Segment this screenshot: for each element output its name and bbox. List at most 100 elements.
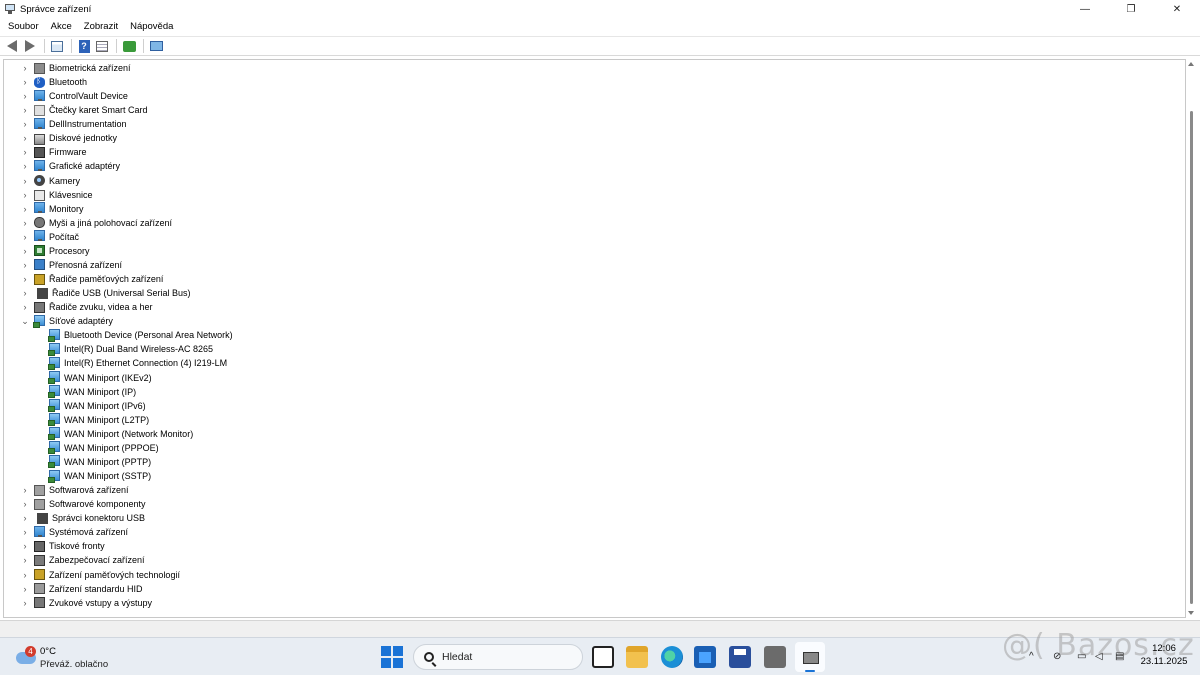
tree-category[interactable]: › ControlVault Device [20,89,128,103]
display-device-button[interactable] [148,38,164,54]
tree-category[interactable]: › Grafické adaptéry [20,159,120,173]
tree-device[interactable]: WAN Miniport (L2TP) [48,413,149,427]
tree-category[interactable]: › Řadiče paměťových zařízení [20,272,163,286]
tree-device[interactable]: WAN Miniport (PPTP) [48,455,151,469]
tree-device[interactable]: WAN Miniport (IP) [48,385,136,399]
device-manager-taskbar-icon[interactable] [795,642,825,672]
floppy-disk-app-icon[interactable] [729,646,751,668]
tree-category[interactable]: › Systémová zařízení [20,525,128,539]
tree-category[interactable]: › Řadiče USB (Universal Serial Bus) [20,286,191,300]
chevron-right-icon[interactable]: › [20,174,30,188]
help-button[interactable]: ? [76,38,92,54]
chevron-right-icon[interactable]: › [20,497,30,511]
chevron-right-icon[interactable]: › [20,568,30,582]
chevron-down-icon[interactable]: ⌄ [20,314,30,328]
weather-widget[interactable]: 4 0°C Převáž. oblačno [14,642,124,672]
back-button[interactable] [4,38,20,54]
chevron-right-icon[interactable]: › [20,300,30,314]
device-tree[interactable]: › Biometrická zařízení › Bluetooth › ControlV… [3,59,1186,618]
tree-category[interactable]: › Zvukové vstupy a výstupy [20,596,152,610]
tree-category[interactable]: › Procesory [20,244,90,258]
taskbar-search[interactable]: Hledat [413,644,583,670]
properties-button[interactable] [94,38,110,54]
taskbar-clock[interactable]: 12:06 23.11.2025 [1136,642,1192,669]
volume-icon[interactable]: ◁ [1095,652,1105,662]
tree-category[interactable]: › Řadiče zvuku, videa a her [20,300,153,314]
tree-device[interactable]: Bluetooth Device (Personal Area Network) [48,328,233,342]
tree-category[interactable]: › Monitory [20,202,84,216]
tree-category[interactable]: › Diskové jednotky [20,131,117,145]
scroll-down-icon[interactable] [1188,611,1194,615]
microsoft-store-icon[interactable] [694,646,716,668]
chevron-right-icon[interactable]: › [20,539,30,553]
chevron-right-icon[interactable]: › [20,61,30,75]
tree-category[interactable]: › Bluetooth [20,75,87,89]
tree-category[interactable]: › Počítač [20,230,79,244]
tree-category[interactable]: › Myši a jiná polohovací zařízení [20,216,172,230]
edge-browser-icon[interactable] [661,646,683,668]
chevron-right-icon[interactable]: › [20,117,30,131]
scroll-up-icon[interactable] [1188,62,1194,66]
chevron-right-icon[interactable]: › [20,230,30,244]
task-view-icon[interactable] [592,646,614,668]
menu-akce[interactable]: Akce [45,19,78,35]
chevron-right-icon[interactable]: › [20,103,30,117]
chevron-right-icon[interactable]: › [20,553,30,567]
tree-category[interactable]: › Zařízení standardu HID [20,582,143,596]
tree-category[interactable]: › Přenosná zařízení [20,258,122,272]
tree-device[interactable]: WAN Miniport (PPPOE) [48,441,159,455]
forward-button[interactable] [22,38,38,54]
bluetooth-off-icon[interactable]: ⊘ [1053,652,1063,662]
tree-category[interactable]: › Klávesnice [20,188,93,202]
show-hide-console-tree-button[interactable] [49,38,65,54]
tray-chevron-icon[interactable]: ^ [1029,652,1039,662]
tree-device[interactable]: WAN Miniport (IKEv2) [48,371,152,385]
chevron-right-icon[interactable]: › [20,596,30,610]
tree-category[interactable]: › Zařízení paměťových technologií [20,568,180,582]
scan-hardware-button[interactable] [121,38,137,54]
tree-device[interactable]: Intel(R) Dual Band Wireless-AC 8265 [48,342,213,356]
chevron-right-icon[interactable]: › [20,131,30,145]
tree-category[interactable]: › Firmware [20,145,87,159]
chevron-right-icon[interactable]: › [20,202,30,216]
network-app-icon[interactable] [764,646,786,668]
tree-category[interactable]: › DellInstrumentation [20,117,127,131]
tree-category[interactable]: › Kamery [20,174,80,188]
chevron-right-icon[interactable]: › [20,525,30,539]
chevron-right-icon[interactable]: › [20,188,30,202]
close-button[interactable]: ✕ [1154,0,1200,18]
tree-category[interactable]: › Biometrická zařízení [20,61,131,75]
battery-icon[interactable]: ▭ [1077,652,1087,662]
chevron-right-icon[interactable]: › [20,483,30,497]
tree-category[interactable]: ⌄ Síťové adaptéry [20,314,113,328]
tree-category[interactable]: › Softwarová zařízení [20,483,129,497]
chevron-right-icon[interactable]: › [20,286,30,300]
tree-category[interactable]: › Správci konektoru USB [20,511,145,525]
tree-device[interactable]: Intel(R) Ethernet Connection (4) I219-LM [48,356,227,370]
minimize-button[interactable]: — [1062,0,1108,18]
start-button[interactable] [381,646,403,668]
tree-device[interactable]: WAN Miniport (SSTP) [48,469,151,483]
chevron-right-icon[interactable]: › [20,258,30,272]
chevron-right-icon[interactable]: › [20,511,30,525]
tree-scrollbar[interactable] [1187,59,1196,618]
chevron-right-icon[interactable]: › [20,75,30,89]
network-tray-icon[interactable]: ▤ [1115,652,1125,662]
menu-zobrazit[interactable]: Zobrazit [78,19,124,35]
maximize-button[interactable]: ❐ [1108,0,1154,18]
tree-category[interactable]: › Tiskové fronty [20,539,105,553]
menu-napoveda[interactable]: Nápověda [124,19,179,35]
tree-category[interactable]: › Čtečky karet Smart Card [20,103,148,117]
chevron-right-icon[interactable]: › [20,216,30,230]
chevron-right-icon[interactable]: › [20,244,30,258]
tree-category[interactable]: › Softwarové komponenty [20,497,146,511]
chevron-right-icon[interactable]: › [20,272,30,286]
chevron-right-icon[interactable]: › [20,159,30,173]
chevron-right-icon[interactable]: › [20,89,30,103]
chevron-right-icon[interactable]: › [20,582,30,596]
tree-device[interactable]: WAN Miniport (Network Monitor) [48,427,193,441]
chevron-right-icon[interactable]: › [20,145,30,159]
file-explorer-icon[interactable] [626,646,648,668]
menu-soubor[interactable]: Soubor [2,19,45,35]
scroll-thumb[interactable] [1190,111,1193,604]
